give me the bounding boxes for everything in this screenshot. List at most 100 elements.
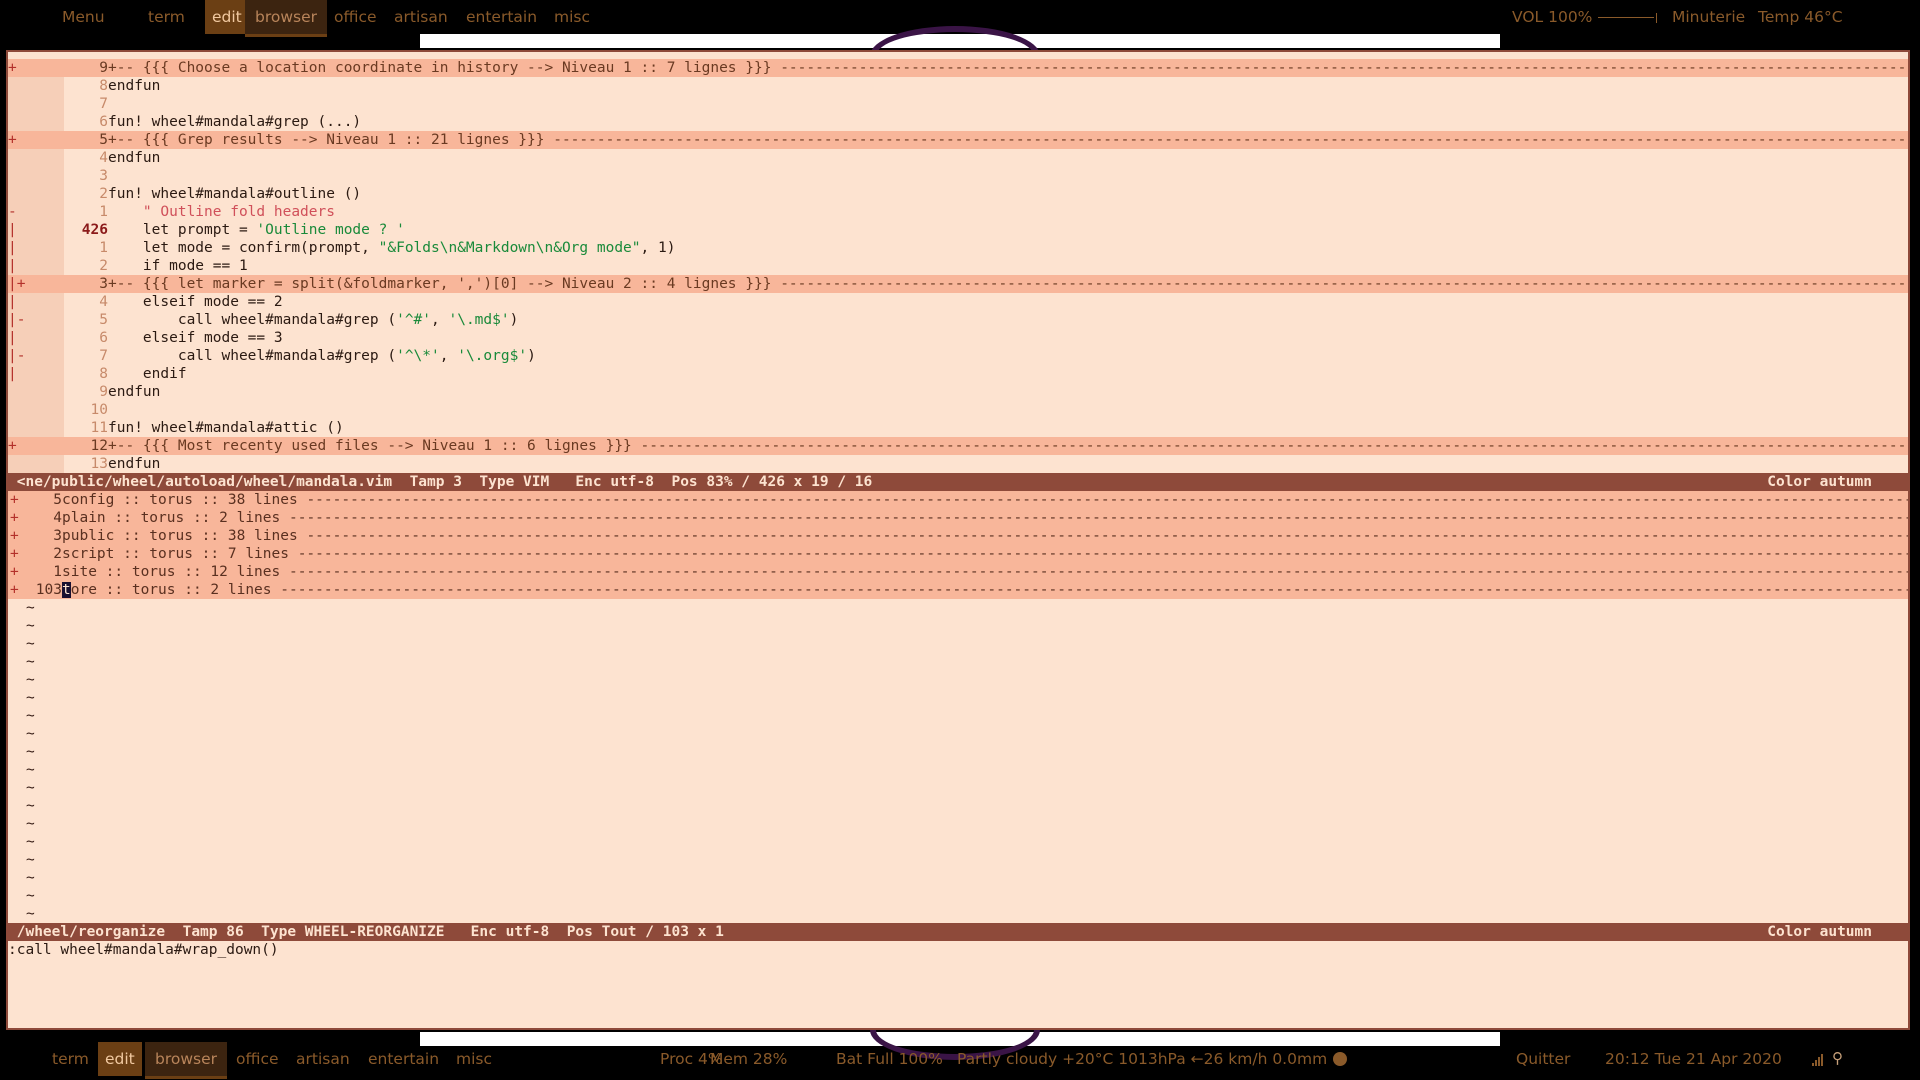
tag-artisan[interactable]: artisan: [296, 1042, 350, 1076]
fold-sign: [8, 113, 64, 131]
code-line[interactable]: - 1 " Outline fold headers: [8, 203, 1908, 221]
fold-filler: ----------------------------------------…: [297, 546, 1908, 562]
network-icon[interactable]: [1812, 1054, 1824, 1066]
tag-browser[interactable]: browser: [145, 1042, 228, 1079]
fold-sign: [8, 455, 64, 473]
tag-misc[interactable]: misc: [456, 1042, 492, 1076]
command-line[interactable]: :call wheel#mandala#wrap_down(): [8, 941, 279, 959]
code-line[interactable]: | 2 if mode == 1: [8, 257, 1908, 275]
line-content: plain :: torus :: 2 lines: [62, 510, 289, 526]
tag-office[interactable]: office: [334, 0, 377, 34]
fold-filler: ----------------------------------------…: [306, 528, 1908, 544]
tag-browser[interactable]: browser: [245, 0, 328, 37]
code-line[interactable]: 6 fun! wheel#mandala#grep (...): [8, 113, 1908, 131]
menu-button[interactable]: Menu: [62, 0, 105, 34]
code-line[interactable]: 2 fun! wheel#mandala#outline (): [8, 185, 1908, 203]
code-line[interactable]: | 8 endif: [8, 365, 1908, 383]
fold-sign: +: [10, 546, 19, 562]
volume-control[interactable]: VOL 100%: [1512, 0, 1658, 34]
fold-filler: ----------------------------------------…: [288, 564, 1908, 580]
code-line[interactable]: +9 +-- {{{ Choose a location coordinate i…: [8, 59, 1908, 77]
line-number: 2: [53, 546, 62, 562]
tag-edit[interactable]: edit: [98, 1042, 142, 1076]
empty-line-marker: ~: [26, 672, 35, 688]
line-text: config :: torus :: 38 lines ------------…: [62, 491, 1908, 509]
reorganize-line[interactable]: +1 site :: torus :: 12 lines ------------…: [8, 563, 1908, 581]
tag-entertain[interactable]: entertain: [368, 1042, 439, 1076]
empty-line-marker: ~: [26, 906, 35, 922]
code-text: fun! wheel#mandala#grep (...): [108, 114, 362, 130]
fold-filler: ----------------------------------------…: [780, 60, 1908, 76]
volume-slider[interactable]: [1598, 17, 1655, 18]
line-number: 11: [90, 420, 108, 436]
line-number: 3: [53, 528, 62, 544]
code-text: endfun: [108, 456, 161, 472]
code-line[interactable]: 3: [8, 167, 1908, 185]
code-line[interactable]: 9 endfun: [8, 383, 1908, 401]
tag-misc[interactable]: misc: [554, 0, 590, 34]
line-number: 5: [53, 492, 62, 508]
code-line[interactable]: 10: [8, 401, 1908, 419]
tag-artisan[interactable]: artisan: [394, 0, 448, 34]
reorganize-line[interactable]: +3 public :: torus :: 38 lines ----------…: [8, 527, 1908, 545]
code-line[interactable]: |- 7 call wheel#mandala#grep ('^\*', '\.o…: [8, 347, 1908, 365]
code-line[interactable]: | 1 let mode = confirm(prompt, "&Folds\n&…: [8, 239, 1908, 257]
line-number: 2: [99, 258, 108, 274]
code-line[interactable]: +5 +-- {{{ Grep results --> Niveau 1 :: 2…: [8, 131, 1908, 149]
line-number: 5: [99, 312, 108, 328]
reorganize-line[interactable]: +5 config :: torus :: 38 lines ----------…: [8, 491, 1908, 509]
temperature: Temp 46°C: [1758, 8, 1843, 26]
empty-line-marker: ~: [26, 798, 35, 814]
fold-filler: ----------------------------------------…: [306, 492, 1908, 508]
code-line[interactable]: 4 endfun: [8, 149, 1908, 167]
fold-filler: ----------------------------------------…: [553, 132, 1908, 148]
line-number: 2: [99, 186, 108, 202]
tag-office[interactable]: office: [236, 1042, 279, 1076]
code-line[interactable]: 13 endfun: [8, 455, 1908, 473]
vim-editor[interactable]: +9 +-- {{{ Choose a location coordinate i…: [8, 52, 1908, 1028]
tag-term[interactable]: term: [52, 1042, 89, 1076]
code-line[interactable]: | 426 let prompt = 'Outline mode ? ': [8, 221, 1908, 239]
fold-sign: [8, 77, 64, 95]
empty-line-marker: ~: [26, 726, 35, 742]
empty-line-marker: ~: [26, 870, 35, 886]
empty-line-marker: ~: [26, 816, 35, 832]
empty-line-marker: ~: [26, 618, 35, 634]
fold-sign: |: [8, 257, 64, 275]
empty-line-marker: ~: [26, 690, 35, 706]
empty-line-marker: ~: [26, 600, 35, 616]
code-line[interactable]: |- 5 call wheel#mandala#grep ('^#', '\.md…: [8, 311, 1908, 329]
fold-sign: -: [8, 203, 64, 221]
tag-edit[interactable]: edit: [205, 0, 249, 34]
tag-term[interactable]: term: [148, 0, 185, 34]
quit-button[interactable]: Quitter: [1516, 1042, 1570, 1076]
code-line[interactable]: | 4 elseif mode == 2: [8, 293, 1908, 311]
code-line[interactable]: 8 endfun: [8, 77, 1908, 95]
fold-sign: [8, 185, 64, 203]
notification-icon[interactable]: ⚲: [1832, 1050, 1843, 1066]
fold-sign: |+: [8, 275, 64, 293]
timer-button[interactable]: Minuterie: [1672, 0, 1745, 34]
code-text: let prompt = 'Outline mode ? ': [108, 222, 405, 238]
code-line[interactable]: 11 fun! wheel#mandala#attic (): [8, 419, 1908, 437]
empty-line-marker: ~: [26, 780, 35, 796]
fold-sign: |: [8, 239, 64, 257]
fold-sign: +: [8, 131, 64, 149]
reorganize-line[interactable]: +4 plain :: torus :: 2 lines ------------…: [8, 509, 1908, 527]
empty-line-marker: ~: [26, 636, 35, 652]
volume-slider-knob[interactable]: [1656, 12, 1658, 23]
line-content: script :: torus :: 7 lines: [62, 546, 298, 562]
code-text: fun! wheel#mandala#outline (): [108, 186, 362, 202]
tag-entertain[interactable]: entertain: [466, 0, 537, 34]
code-line[interactable]: 7: [8, 95, 1908, 113]
code-line[interactable]: |+ 3 +-- {{{ let marker = split(&foldmarke…: [8, 275, 1908, 293]
code-line[interactable]: +12 +-- {{{ Most recenty used files --> N…: [8, 437, 1908, 455]
line-content: public :: torus :: 38 lines: [62, 528, 307, 544]
code-text: endfun: [108, 150, 161, 166]
reorganize-line[interactable]: +2 script :: torus :: 7 lines -----------…: [8, 545, 1908, 563]
reorganize-line[interactable]: +103 tore :: torus :: 2 lines -----------…: [8, 581, 1908, 599]
code-text: endfun: [108, 78, 161, 94]
line-content: site :: torus :: 12 lines: [62, 564, 289, 580]
code-text: +-- {{{ Choose a location coordinate in …: [108, 59, 1908, 77]
code-line[interactable]: | 6 elseif mode == 3: [8, 329, 1908, 347]
